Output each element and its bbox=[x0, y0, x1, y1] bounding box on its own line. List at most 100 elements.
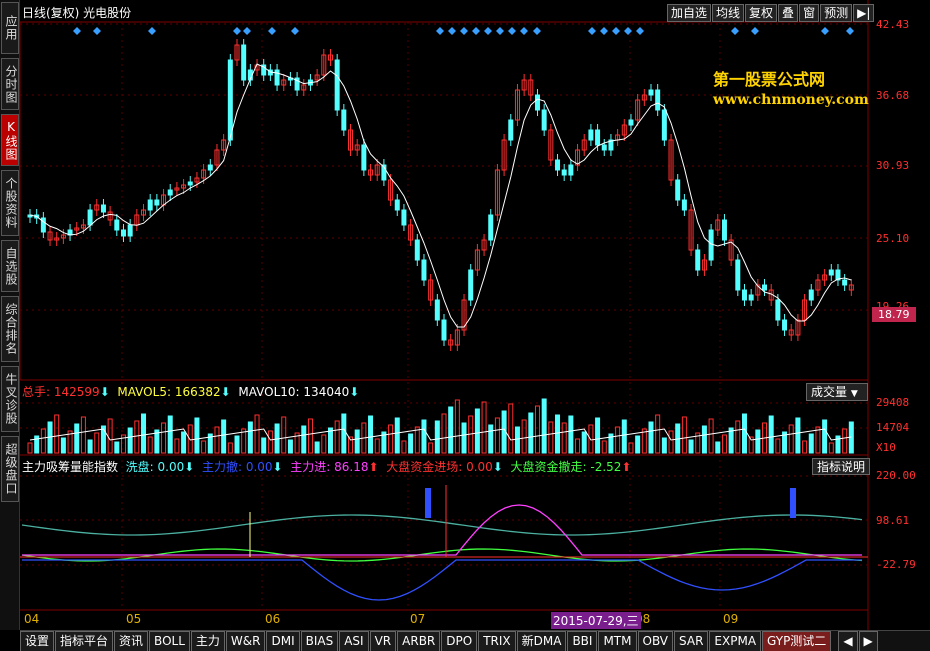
overlay-button[interactable]: 叠 bbox=[778, 4, 799, 22]
price-tick: 36.68 bbox=[876, 89, 910, 102]
add-watchlist-button[interactable]: 加自选 bbox=[667, 4, 712, 22]
volume-bar bbox=[721, 434, 727, 454]
volume-bar bbox=[201, 440, 207, 454]
top-toolbar: 加自选 均线 复权 叠 窗 预测 ▶| bbox=[667, 4, 875, 22]
candle-body bbox=[655, 89, 661, 111]
signal-diamond bbox=[508, 27, 516, 35]
ma-button[interactable]: 均线 bbox=[712, 4, 745, 22]
volume-bar bbox=[267, 430, 273, 454]
volume-bar bbox=[795, 417, 801, 454]
volume-select-value: 成交量 bbox=[811, 385, 848, 399]
window-button[interactable]: 窗 bbox=[799, 4, 820, 22]
candle-body bbox=[434, 299, 440, 321]
xipan-value: 0.00 bbox=[157, 460, 185, 474]
volume-bar bbox=[555, 414, 561, 454]
volume-tick: 29408 bbox=[876, 396, 910, 409]
indicator-tick: 220.00 bbox=[876, 469, 916, 482]
volume-bar bbox=[548, 421, 554, 454]
signal-diamond bbox=[484, 27, 492, 35]
volume-bar bbox=[661, 437, 667, 454]
tab-asi[interactable]: ASI bbox=[339, 631, 369, 651]
candle-body bbox=[762, 284, 768, 291]
volume-bar bbox=[448, 406, 454, 454]
restore-rights-button[interactable]: 复权 bbox=[745, 4, 778, 22]
bottom-indicator-tabs: 设置 指标平台 资讯 BOLL 主力 W&R DMI BIAS ASI VR A… bbox=[20, 630, 930, 651]
scroll-right-icon[interactable]: ▶ bbox=[858, 631, 878, 651]
candle-body bbox=[488, 214, 494, 241]
volume-bar bbox=[87, 439, 93, 454]
signal-diamond bbox=[600, 27, 608, 35]
candle-body bbox=[274, 69, 280, 86]
volume-bar bbox=[307, 418, 313, 454]
tab-obv[interactable]: OBV bbox=[637, 631, 674, 651]
tab-boll[interactable]: BOLL bbox=[149, 631, 190, 651]
candle-body bbox=[468, 269, 474, 301]
tab-gyp-test-2[interactable]: GYP测试二 bbox=[762, 631, 832, 651]
indicator-help-button[interactable]: 指标说明 bbox=[812, 458, 871, 475]
tab-sar[interactable]: SAR bbox=[674, 631, 709, 651]
tab-new-dma[interactable]: 新DMA bbox=[516, 631, 567, 651]
volume-bar bbox=[27, 442, 33, 454]
signal-diamond bbox=[731, 27, 739, 35]
tab-indicator-platform[interactable]: 指标平台 bbox=[55, 631, 114, 651]
candle-body bbox=[207, 164, 213, 171]
volume-bar bbox=[341, 413, 347, 454]
candle-body bbox=[708, 229, 714, 261]
signal-diamond bbox=[612, 27, 620, 35]
tab-dmi[interactable]: DMI bbox=[266, 631, 300, 651]
volume-bar bbox=[802, 440, 808, 454]
forecast-button[interactable]: 预测 bbox=[820, 4, 853, 22]
volume-bar bbox=[247, 421, 253, 454]
scroll-left-icon[interactable]: ◀ bbox=[838, 631, 858, 651]
volume-bar bbox=[735, 420, 741, 454]
zhuli-jin-label: 主力进: bbox=[290, 460, 331, 474]
volume-bar bbox=[321, 434, 327, 454]
tab-wr[interactable]: W&R bbox=[225, 631, 266, 651]
candle-body bbox=[187, 181, 193, 186]
volume-bar bbox=[755, 429, 761, 454]
tab-expma[interactable]: EXPMA bbox=[709, 631, 762, 651]
volume-bar bbox=[227, 442, 233, 454]
signal-diamond bbox=[751, 27, 759, 35]
candle-body bbox=[127, 224, 133, 237]
signal-diamond bbox=[291, 27, 299, 35]
tab-vr[interactable]: VR bbox=[369, 631, 397, 651]
volume-bar bbox=[394, 417, 400, 454]
signal-diamond bbox=[588, 27, 596, 35]
volume-bar bbox=[521, 419, 527, 454]
candle-body bbox=[147, 199, 153, 211]
price-tick: 30.93 bbox=[876, 159, 910, 172]
volume-bar bbox=[808, 433, 814, 454]
volume-bar bbox=[234, 435, 240, 454]
candle-body bbox=[661, 109, 667, 141]
volume-bar bbox=[221, 419, 227, 454]
x-label: 04 bbox=[24, 612, 40, 626]
tab-settings[interactable]: 设置 bbox=[20, 631, 55, 651]
volume-bar bbox=[40, 428, 46, 454]
tab-mtm[interactable]: MTM bbox=[598, 631, 637, 651]
cursor-date-tag: 2015-07-29,三 bbox=[551, 612, 641, 629]
tab-dpo[interactable]: DPO bbox=[441, 631, 478, 651]
candle-body bbox=[361, 144, 367, 171]
volume-bar bbox=[174, 438, 180, 454]
x-label: 05 bbox=[126, 612, 142, 626]
tab-news[interactable]: 资讯 bbox=[114, 631, 149, 651]
tab-bias[interactable]: BIAS bbox=[300, 631, 339, 651]
volume-indicator-select[interactable]: 成交量 ▼ bbox=[806, 383, 868, 401]
volume-bar bbox=[368, 415, 374, 454]
tab-trix[interactable]: TRIX bbox=[478, 631, 516, 651]
signal-bar bbox=[425, 488, 431, 518]
tab-arbr[interactable]: ARBR bbox=[397, 631, 441, 651]
volume-bar bbox=[388, 424, 394, 454]
volume-bar bbox=[334, 420, 340, 454]
candle-body bbox=[114, 219, 120, 231]
watermark-title: 第一股票公式网 bbox=[713, 70, 826, 89]
tab-bbi[interactable]: BBI bbox=[567, 631, 598, 651]
volume-total: 142599 bbox=[53, 385, 100, 399]
volume-bar bbox=[708, 418, 714, 454]
candle-body bbox=[154, 199, 160, 206]
candle-body bbox=[541, 109, 547, 131]
volume-bar bbox=[668, 430, 674, 454]
tab-zhuli[interactable]: 主力 bbox=[190, 631, 225, 651]
volume-bar bbox=[114, 441, 120, 454]
